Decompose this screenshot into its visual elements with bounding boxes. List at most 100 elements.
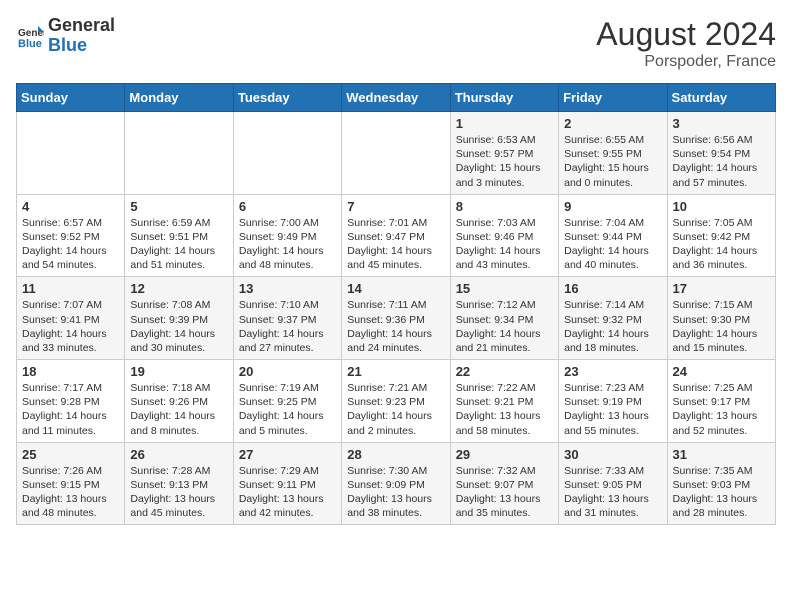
weekday-header-row: SundayMondayTuesdayWednesdayThursdayFrid… — [17, 84, 776, 112]
day-info: Sunrise: 7:01 AM Sunset: 9:47 PM Dayligh… — [347, 216, 444, 273]
empty-day — [233, 112, 341, 195]
day-info: Sunrise: 7:33 AM Sunset: 9:05 PM Dayligh… — [564, 464, 661, 521]
day-info: Sunrise: 7:11 AM Sunset: 9:36 PM Dayligh… — [347, 298, 444, 355]
calendar-day-20: 20 Sunrise: 7:19 AM Sunset: 9:25 PM Dayli… — [233, 360, 341, 443]
calendar-day-21: 21 Sunrise: 7:21 AM Sunset: 9:23 PM Dayli… — [342, 360, 450, 443]
day-number: 17 — [673, 281, 770, 296]
day-number: 10 — [673, 199, 770, 214]
day-number: 21 — [347, 364, 444, 379]
day-number: 11 — [22, 281, 119, 296]
calendar-day-26: 26Sunrise: 7:28 AM Sunset: 9:13 PM Dayli… — [125, 442, 233, 525]
day-info: Sunrise: 7:19 AM Sunset: 9:25 PM Dayligh… — [239, 381, 336, 438]
calendar-day-1: 1 Sunrise: 6:53 AM Sunset: 9:57 PM Daylig… — [450, 112, 558, 195]
empty-day — [125, 112, 233, 195]
day-number: 30 — [564, 447, 661, 462]
title-area: August 2024 Porspoder, France — [596, 16, 776, 71]
day-number: 29 — [456, 447, 553, 462]
day-info: Sunrise: 7:05 AM Sunset: 9:42 PM Dayligh… — [673, 216, 770, 273]
logo-icon: General Blue — [16, 22, 44, 50]
svg-text:Blue: Blue — [18, 38, 42, 50]
day-number: 6 — [239, 199, 336, 214]
empty-day — [342, 112, 450, 195]
day-number: 28 — [347, 447, 444, 462]
day-number: 23 — [564, 364, 661, 379]
calendar-day-17: 17 Sunrise: 7:15 AM Sunset: 9:30 PM Dayli… — [667, 277, 775, 360]
day-info: Sunrise: 7:03 AM Sunset: 9:46 PM Dayligh… — [456, 216, 553, 273]
day-number: 14 — [347, 281, 444, 296]
weekday-header-wednesday: Wednesday — [342, 84, 450, 112]
calendar-day-5: 5 Sunrise: 6:59 AM Sunset: 9:51 PM Daylig… — [125, 194, 233, 277]
day-number: 26 — [130, 447, 227, 462]
calendar-day-8: 8 Sunrise: 7:03 AM Sunset: 9:46 PM Daylig… — [450, 194, 558, 277]
day-info: Sunrise: 7:30 AM Sunset: 9:09 PM Dayligh… — [347, 464, 444, 521]
day-number: 31 — [673, 447, 770, 462]
day-info: Sunrise: 7:29 AM Sunset: 9:11 PM Dayligh… — [239, 464, 336, 521]
day-info: Sunrise: 7:23 AM Sunset: 9:19 PM Dayligh… — [564, 381, 661, 438]
day-number: 16 — [564, 281, 661, 296]
calendar-day-10: 10 Sunrise: 7:05 AM Sunset: 9:42 PM Dayli… — [667, 194, 775, 277]
calendar-day-14: 14 Sunrise: 7:11 AM Sunset: 9:36 PM Dayli… — [342, 277, 450, 360]
calendar-day-24: 24 Sunrise: 7:25 AM Sunset: 9:17 PM Dayli… — [667, 360, 775, 443]
day-info: Sunrise: 7:17 AM Sunset: 9:28 PM Dayligh… — [22, 381, 119, 438]
day-number: 18 — [22, 364, 119, 379]
calendar-day-18: 18 Sunrise: 7:17 AM Sunset: 9:28 PM Dayli… — [17, 360, 125, 443]
weekday-header-monday: Monday — [125, 84, 233, 112]
day-info: Sunrise: 7:04 AM Sunset: 9:44 PM Dayligh… — [564, 216, 661, 273]
calendar-week-row: 25Sunrise: 7:26 AM Sunset: 9:15 PM Dayli… — [17, 442, 776, 525]
calendar-day-28: 28 Sunrise: 7:30 AM Sunset: 9:09 PM Dayli… — [342, 442, 450, 525]
day-info: Sunrise: 6:56 AM Sunset: 9:54 PM Dayligh… — [673, 133, 770, 190]
day-number: 25 — [22, 447, 119, 462]
day-number: 20 — [239, 364, 336, 379]
day-info: Sunrise: 7:21 AM Sunset: 9:23 PM Dayligh… — [347, 381, 444, 438]
day-number: 5 — [130, 199, 227, 214]
day-number: 4 — [22, 199, 119, 214]
logo-blue-text: Blue — [48, 35, 87, 55]
day-info: Sunrise: 6:55 AM Sunset: 9:55 PM Dayligh… — [564, 133, 661, 190]
day-info: Sunrise: 7:35 AM Sunset: 9:03 PM Dayligh… — [673, 464, 770, 521]
day-info: Sunrise: 7:07 AM Sunset: 9:41 PM Dayligh… — [22, 298, 119, 355]
calendar-day-3: 3Sunrise: 6:56 AM Sunset: 9:54 PM Daylig… — [667, 112, 775, 195]
calendar-day-16: 16 Sunrise: 7:14 AM Sunset: 9:32 PM Dayli… — [559, 277, 667, 360]
day-number: 27 — [239, 447, 336, 462]
day-number: 12 — [130, 281, 227, 296]
calendar-day-29: 29Sunrise: 7:32 AM Sunset: 9:07 PM Dayli… — [450, 442, 558, 525]
calendar-day-4: 4 Sunrise: 6:57 AM Sunset: 9:52 PM Daylig… — [17, 194, 125, 277]
day-info: Sunrise: 6:53 AM Sunset: 9:57 PM Dayligh… — [456, 133, 553, 190]
day-info: Sunrise: 7:25 AM Sunset: 9:17 PM Dayligh… — [673, 381, 770, 438]
weekday-header-tuesday: Tuesday — [233, 84, 341, 112]
day-info: Sunrise: 7:00 AM Sunset: 9:49 PM Dayligh… — [239, 216, 336, 273]
weekday-header-thursday: Thursday — [450, 84, 558, 112]
calendar-day-19: 19 Sunrise: 7:18 AM Sunset: 9:26 PM Dayli… — [125, 360, 233, 443]
calendar-day-9: 9Sunrise: 7:04 AM Sunset: 9:44 PM Daylig… — [559, 194, 667, 277]
day-number: 7 — [347, 199, 444, 214]
weekday-header-friday: Friday — [559, 84, 667, 112]
day-info: Sunrise: 7:10 AM Sunset: 9:37 PM Dayligh… — [239, 298, 336, 355]
calendar-day-25: 25Sunrise: 7:26 AM Sunset: 9:15 PM Dayli… — [17, 442, 125, 525]
logo: General Blue General Blue — [16, 16, 115, 56]
day-info: Sunrise: 6:59 AM Sunset: 9:51 PM Dayligh… — [130, 216, 227, 273]
weekday-header-sunday: Sunday — [17, 84, 125, 112]
day-number: 24 — [673, 364, 770, 379]
calendar-week-row: 4 Sunrise: 6:57 AM Sunset: 9:52 PM Daylig… — [17, 194, 776, 277]
month-year: August 2024 — [596, 16, 776, 53]
calendar-week-row: 11 Sunrise: 7:07 AM Sunset: 9:41 PM Dayli… — [17, 277, 776, 360]
day-number: 1 — [456, 116, 553, 131]
day-number: 8 — [456, 199, 553, 214]
day-info: Sunrise: 7:18 AM Sunset: 9:26 PM Dayligh… — [130, 381, 227, 438]
calendar-day-15: 15Sunrise: 7:12 AM Sunset: 9:34 PM Dayli… — [450, 277, 558, 360]
day-number: 19 — [130, 364, 227, 379]
calendar-day-6: 6 Sunrise: 7:00 AM Sunset: 9:49 PM Daylig… — [233, 194, 341, 277]
day-info: Sunrise: 6:57 AM Sunset: 9:52 PM Dayligh… — [22, 216, 119, 273]
day-info: Sunrise: 7:22 AM Sunset: 9:21 PM Dayligh… — [456, 381, 553, 438]
page-header: General Blue General Blue August 2024 Po… — [16, 16, 776, 71]
calendar-day-30: 30 Sunrise: 7:33 AM Sunset: 9:05 PM Dayli… — [559, 442, 667, 525]
day-number: 22 — [456, 364, 553, 379]
logo-general-text: General — [48, 15, 115, 35]
calendar-table: SundayMondayTuesdayWednesdayThursdayFrid… — [16, 83, 776, 525]
calendar-day-11: 11 Sunrise: 7:07 AM Sunset: 9:41 PM Dayli… — [17, 277, 125, 360]
calendar-day-27: 27 Sunrise: 7:29 AM Sunset: 9:11 PM Dayli… — [233, 442, 341, 525]
calendar-week-row: 18 Sunrise: 7:17 AM Sunset: 9:28 PM Dayli… — [17, 360, 776, 443]
day-info: Sunrise: 7:14 AM Sunset: 9:32 PM Dayligh… — [564, 298, 661, 355]
day-info: Sunrise: 7:15 AM Sunset: 9:30 PM Dayligh… — [673, 298, 770, 355]
calendar-day-12: 12Sunrise: 7:08 AM Sunset: 9:39 PM Dayli… — [125, 277, 233, 360]
